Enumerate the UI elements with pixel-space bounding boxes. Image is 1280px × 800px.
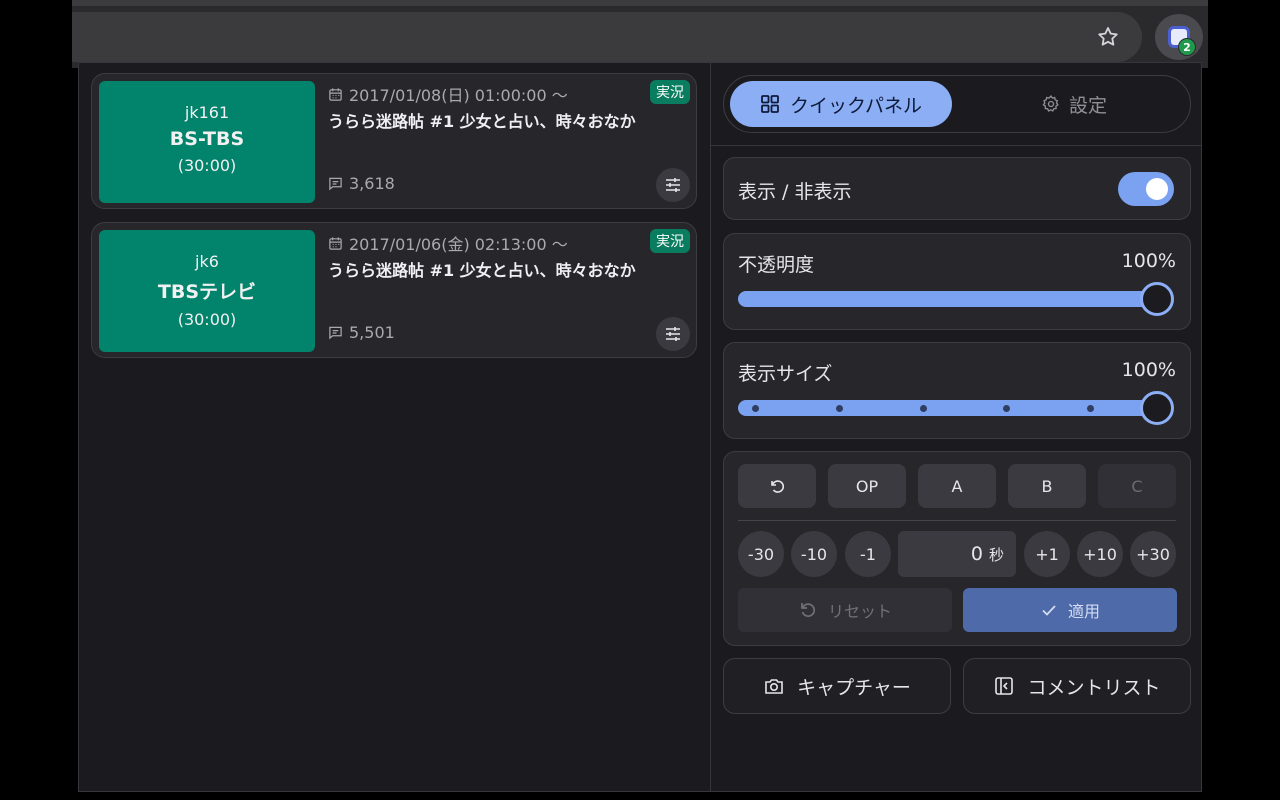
comment-icon	[329, 326, 342, 340]
channel-thumbnail: jk161 BS-TBS (30:00)	[99, 81, 315, 203]
panel-tabs: クイックパネル 設定	[723, 75, 1191, 133]
tune-settings-button[interactable]	[656, 317, 690, 351]
tab-quick-panel-label: クイックパネル	[789, 94, 923, 117]
calendar-icon	[329, 87, 342, 101]
comment-count-text: 5,501	[349, 323, 395, 342]
offset-seconds-input[interactable]: 0 秒	[898, 531, 1016, 577]
slider-track	[738, 291, 1165, 307]
offset-plus-1-button[interactable]: +1	[1024, 531, 1070, 577]
capture-button[interactable]: キャプチャー	[723, 658, 951, 714]
offset-reset-label: リセット	[827, 602, 892, 621]
opacity-slider[interactable]	[738, 282, 1174, 316]
slider-step-mark	[835, 405, 843, 412]
tabs-divider	[711, 145, 1202, 146]
grid-icon	[761, 95, 779, 113]
calendar-icon	[329, 236, 342, 250]
check-icon	[1042, 605, 1056, 616]
preset-b-button[interactable]: B	[1008, 464, 1086, 508]
visibility-section: 表示 / 非表示	[723, 157, 1191, 220]
undo-button[interactable]	[738, 464, 816, 508]
offset-apply-button[interactable]: 適用	[963, 588, 1177, 632]
program-card[interactable]: jk161 BS-TBS (30:00) 2017/01/08(日) 01:00…	[91, 73, 697, 209]
extension-button[interactable]: 2	[1155, 14, 1203, 60]
slider-thumb[interactable]	[1140, 282, 1174, 316]
comment-icon	[329, 177, 342, 191]
display-size-section: 表示サイズ 100%	[723, 342, 1191, 439]
toggle-knob	[1146, 178, 1168, 200]
slider-step-mark	[919, 405, 927, 412]
comment-count-text: 3,618	[349, 174, 395, 193]
gear-icon	[1042, 95, 1059, 112]
tab-settings[interactable]: 設定	[964, 81, 1184, 127]
column-divider	[710, 63, 711, 791]
comment-count: 3,618	[328, 174, 395, 193]
offset-apply-label: 適用	[1067, 602, 1100, 621]
browser-toolbar: 2	[72, 6, 1208, 68]
slider-thumb[interactable]	[1140, 391, 1174, 425]
tab-quick-panel[interactable]: クイックパネル	[730, 81, 952, 127]
comment-list-button[interactable]: コメントリスト	[963, 658, 1191, 714]
opacity-section: 不透明度 100%	[723, 233, 1191, 330]
address-bar[interactable]	[72, 12, 1142, 62]
slider-step-mark	[752, 405, 759, 412]
preset-a-button[interactable]: A	[918, 464, 996, 508]
tab-settings-label: 設定	[1068, 94, 1107, 117]
program-duration: (30:00)	[177, 156, 237, 175]
offset-minus-1-button[interactable]: -1	[845, 531, 891, 577]
opacity-value: 100%	[1121, 250, 1176, 272]
offset-minus-30-button[interactable]: -30	[738, 531, 784, 577]
side-panel-icon	[995, 677, 1014, 695]
visibility-toggle[interactable]	[1118, 172, 1174, 206]
offset-divider	[738, 520, 1176, 521]
display-size-value: 100%	[1121, 359, 1176, 381]
star-icon[interactable]	[1096, 25, 1120, 49]
live-badge: 実況	[650, 80, 690, 104]
program-duration: (30:00)	[177, 310, 237, 329]
display-size-slider[interactable]	[738, 391, 1174, 425]
display-size-label: 表示サイズ	[738, 363, 833, 385]
sliders-icon	[666, 327, 680, 341]
offset-reset-button[interactable]: リセット	[738, 588, 952, 632]
preset-c-button[interactable]: C	[1098, 464, 1176, 508]
extension-popup: jk161 BS-TBS (30:00) 2017/01/08(日) 01:00…	[78, 62, 1202, 792]
visibility-label: 表示 / 非表示	[738, 181, 852, 203]
channel-jk-id: jk6	[195, 252, 219, 271]
preset-op-button[interactable]: OP	[828, 464, 906, 508]
offset-plus-10-button[interactable]: +10	[1077, 531, 1123, 577]
program-date: 2017/01/06(金) 02:13:00 〜	[328, 231, 568, 255]
channel-jk-id: jk161	[184, 103, 230, 122]
program-card[interactable]: jk6 TBSテレビ (30:00) 2017/01/06(金) 02:13:0…	[91, 222, 697, 358]
camera-icon	[765, 679, 783, 694]
opacity-label: 不透明度	[738, 254, 815, 276]
extension-badge: 2	[1178, 38, 1196, 56]
extension-icon: 2	[1168, 26, 1196, 56]
program-date: 2017/01/08(日) 01:00:00 〜	[328, 82, 568, 106]
undo-icon	[771, 480, 785, 493]
channel-thumbnail: jk6 TBSテレビ (30:00)	[99, 230, 315, 352]
comment-list-label: コメントリスト	[1027, 676, 1161, 699]
program-date-text: 2017/01/06(金) 02:13:00 〜	[349, 235, 568, 254]
comment-offset-section: OP A B C -30 -10 -1 0 秒 +1 +10 +30 リセット …	[723, 451, 1191, 646]
sliders-icon	[666, 178, 680, 192]
slider-track	[738, 400, 1165, 416]
program-date-text: 2017/01/08(日) 01:00:00 〜	[349, 86, 568, 105]
offset-value: 0	[970, 543, 983, 565]
comment-count: 5,501	[328, 323, 395, 342]
channel-name: TBSテレビ	[157, 281, 257, 303]
live-badge: 実況	[650, 229, 690, 253]
tune-settings-button[interactable]	[656, 168, 690, 202]
offset-unit: 秒	[988, 545, 1004, 564]
offset-plus-30-button[interactable]: +30	[1130, 531, 1176, 577]
program-title: うらら迷路帖 #1 少女と占い、時々おなか	[328, 261, 636, 280]
reset-icon	[801, 603, 815, 617]
channel-name: BS-TBS	[169, 128, 245, 150]
offset-minus-10-button[interactable]: -10	[791, 531, 837, 577]
program-title: うらら迷路帖 #1 少女と占い、時々おなか	[328, 112, 636, 131]
capture-label: キャプチャー	[797, 676, 911, 699]
